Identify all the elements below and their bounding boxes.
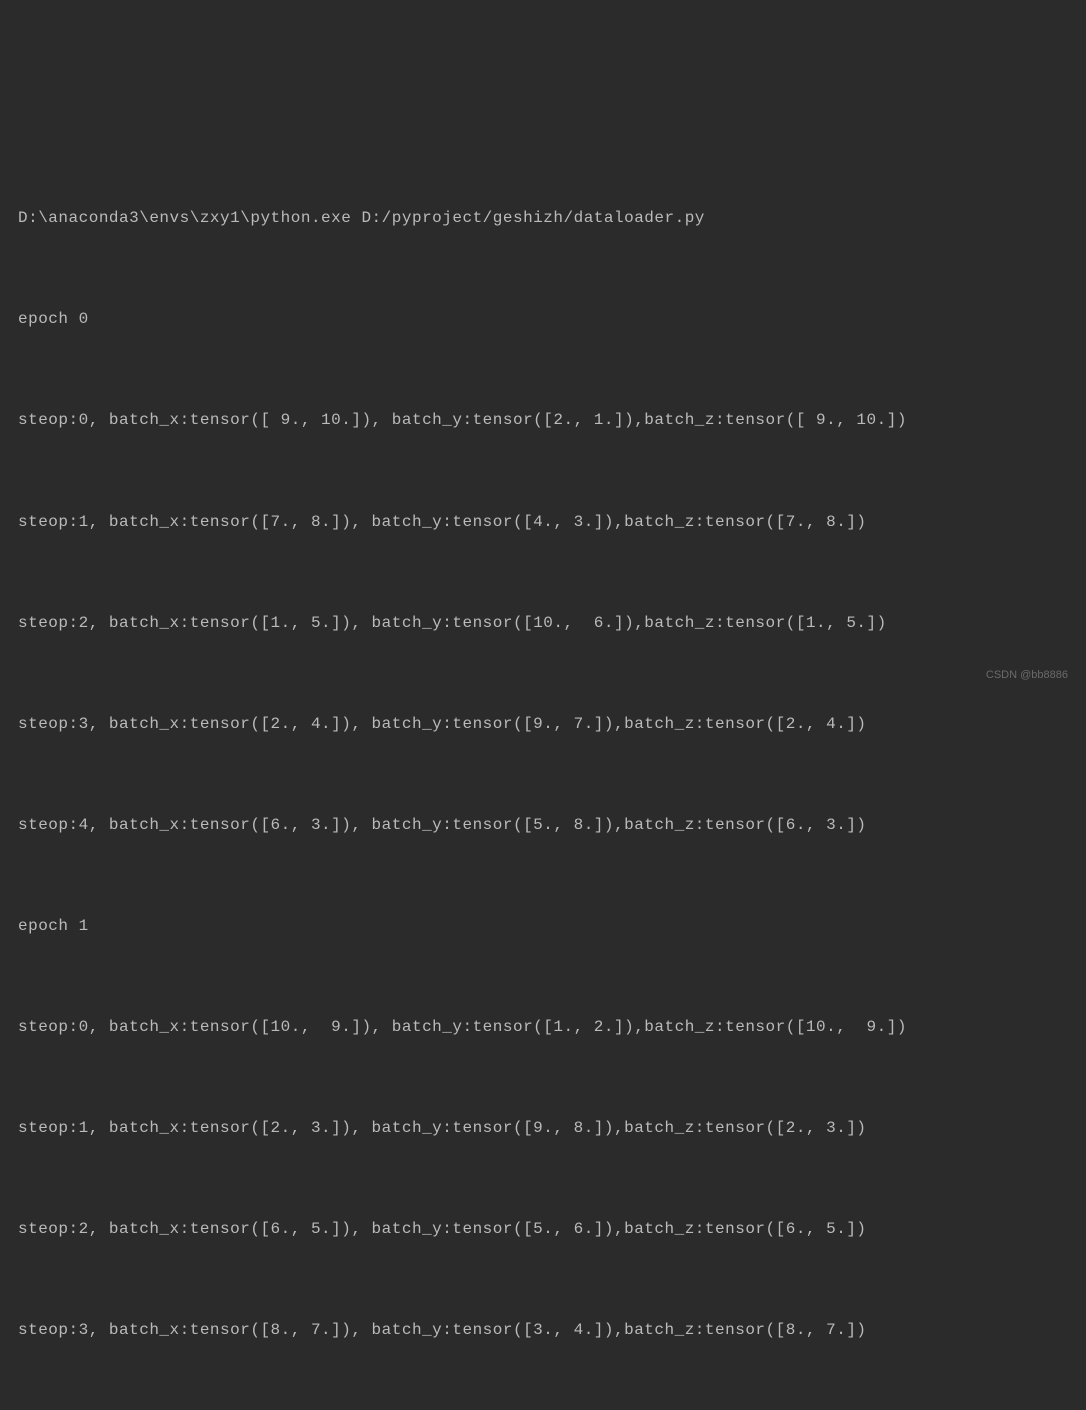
console-line: steop:4, batch_x:tensor([6., 3.]), batch… xyxy=(18,809,1068,843)
console-line: steop:1, batch_x:tensor([2., 3.]), batch… xyxy=(18,1112,1068,1146)
console-line: steop:3, batch_x:tensor([8., 7.]), batch… xyxy=(18,1314,1068,1348)
console-line: steop:0, batch_x:tensor([ 9., 10.]), bat… xyxy=(18,404,1068,438)
console-line: steop:3, batch_x:tensor([2., 4.]), batch… xyxy=(18,708,1068,742)
watermark: CSDN @bb8886 xyxy=(986,659,1068,693)
console-output[interactable]: D:\anaconda3\envs\zxy1\python.exe D:/pyp… xyxy=(18,135,1068,1410)
console-line: steop:2, batch_x:tensor([1., 5.]), batch… xyxy=(18,607,1068,641)
console-line: steop:0, batch_x:tensor([10., 9.]), batc… xyxy=(18,1011,1068,1045)
console-line: epoch 1 xyxy=(18,910,1068,944)
console-line: D:\anaconda3\envs\zxy1\python.exe D:/pyp… xyxy=(18,202,1068,236)
console-line: epoch 0 xyxy=(18,303,1068,337)
console-line: steop:2, batch_x:tensor([6., 5.]), batch… xyxy=(18,1213,1068,1247)
console-line: steop:1, batch_x:tensor([7., 8.]), batch… xyxy=(18,506,1068,540)
